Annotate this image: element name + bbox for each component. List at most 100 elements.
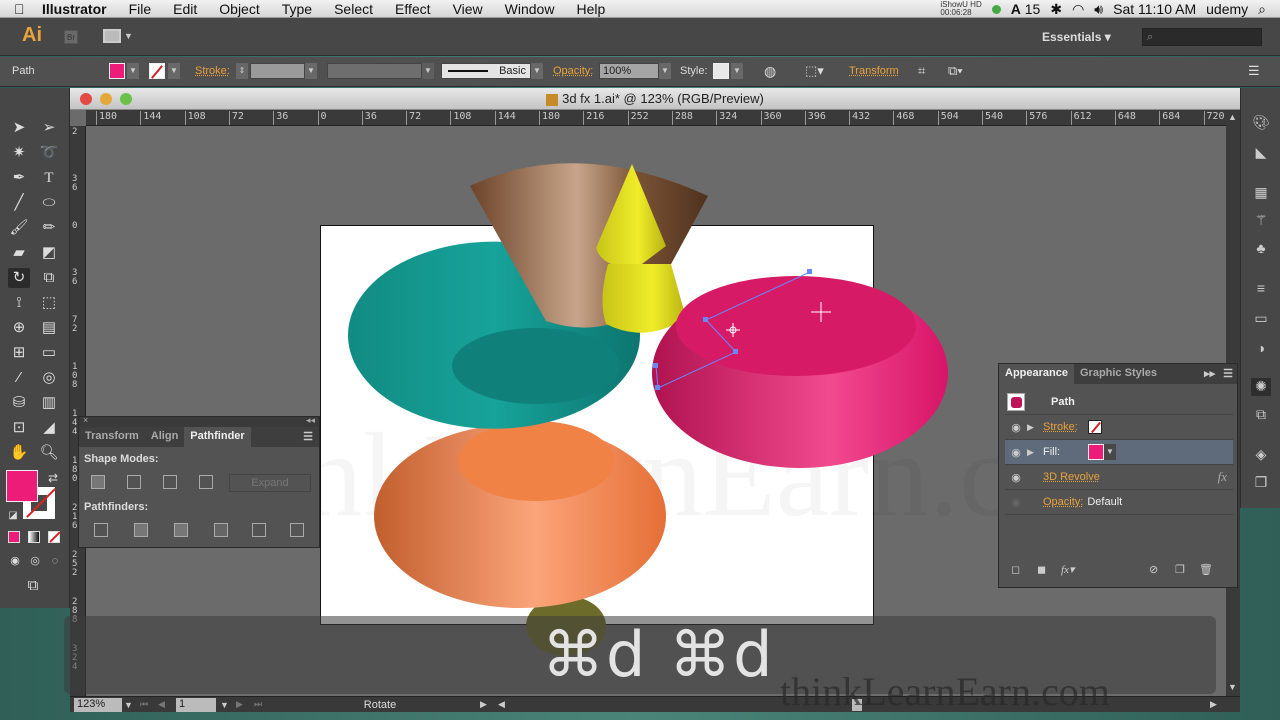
opacity-dropdown-icon[interactable]: ▼ [659,63,671,79]
menu-object[interactable]: Object [219,1,259,17]
symbol-sprayer-tool-icon[interactable]: ⛁ [8,393,30,413]
swatches-icon[interactable]: ▦ [1251,184,1271,202]
width-tool-icon[interactable]: ⟟ [8,293,30,313]
visibility-eye-icon[interactable]: ◉ [1005,446,1027,459]
3d-revolve-effect-link[interactable]: 3D Revolve [1043,471,1100,483]
layers-icon[interactable]: ◈ [1251,446,1271,464]
slice-tool-icon[interactable]: ◢ [38,418,60,438]
fill-swatch[interactable] [1088,444,1104,460]
fill-dropdown-icon[interactable]: ▼ [127,63,139,79]
divide-icon[interactable] [94,523,108,537]
first-artboard-icon[interactable]: ⏮ [140,699,148,710]
intersect-icon[interactable] [163,475,177,489]
brush-dropdown-icon[interactable]: ▼ [531,63,543,79]
next-artboard-icon[interactable]: ▶ [236,699,243,710]
opacity-row[interactable]: ◉ Opacity: Default [1005,490,1233,515]
merge-icon[interactable] [174,523,188,537]
vertical-ruler[interactable]: 23603672108144180216252288324 [70,126,86,696]
arrange-documents-icon[interactable] [103,29,121,43]
zoom-tool-icon[interactable]: 🔍︎ [38,443,60,463]
menu-edit[interactable]: Edit [173,1,197,17]
minus-front-icon[interactable] [127,475,141,489]
scroll-up-icon[interactable]: ▲ [1228,112,1237,122]
minimize-window-button[interactable] [100,93,112,105]
graphic-style-swatch[interactable] [713,63,729,79]
bridge-button[interactable]: Br [64,30,78,44]
default-fill-stroke-icon[interactable]: ◪ [2,506,24,526]
menu-select[interactable]: Select [334,1,373,17]
stroke-swatch[interactable] [149,63,165,79]
visibility-eye-icon[interactable]: ◉ [1005,421,1027,434]
horizontal-ruler[interactable]: 180 144 108 72 36 0 36 72 108 144 180 216 252 288 324 3… [86,110,1226,126]
selection-tool-icon[interactable]: ➤ [8,118,30,138]
crop-icon[interactable] [214,523,228,537]
tab-align[interactable]: Align [145,427,185,447]
stroke-dropdown-icon[interactable]: ▼ [168,63,180,79]
add-effect-icon[interactable]: fx▾ [1061,563,1074,576]
help-search-input[interactable] [1142,28,1262,46]
gradient-mode-button[interactable] [28,531,40,543]
tab-transform[interactable]: Transform [79,427,145,447]
eyedropper-tool-icon[interactable]: ⁄ [8,368,30,388]
arrange-chevron-down-icon[interactable]: ▼ [124,31,133,41]
profile-dropdown-icon[interactable]: ▼ [422,63,434,79]
spotlight-icon[interactable]: ⌕ [1258,1,1266,18]
zoom-level-field[interactable]: 123% [74,698,122,712]
minus-back-icon[interactable] [290,523,304,537]
rotate-tool-icon[interactable]: ↻ [8,268,30,288]
panel-expand-icon[interactable]: ▸▸ [1200,364,1219,384]
collapse-panel-icon[interactable]: ◂◂ [306,415,315,426]
line-tool-icon[interactable]: ╱ [8,193,30,213]
control-panel-menu-icon[interactable]: ☰ [1248,63,1260,79]
visibility-eye-icon[interactable]: ◉ [1005,471,1027,484]
magic-wand-tool-icon[interactable]: ✷ [8,143,30,163]
visibility-eye-icon[interactable]: ◉ [1005,496,1027,509]
zoom-window-button[interactable] [120,93,132,105]
scroll-right-icon[interactable]: ▶ [1210,699,1217,710]
exclude-icon[interactable] [199,475,213,489]
menu-file[interactable]: File [129,1,152,17]
tab-appearance[interactable]: Appearance [999,364,1074,384]
type-tool-icon[interactable]: T [38,168,60,188]
direct-selection-tool-icon[interactable]: ➢ [38,118,60,138]
color-guide-icon[interactable]: ◣ [1251,144,1271,162]
stroke-none-swatch[interactable] [1088,420,1102,434]
isolate-icon[interactable]: ⌗ [918,63,925,79]
stroke-row[interactable]: ◉ ▶ Stroke: [1005,415,1233,440]
adobe-updates[interactable]: A 15 [1011,1,1041,17]
perspective-grid-tool-icon[interactable]: ▤ [38,318,60,338]
hand-tool-icon[interactable]: ✋ [8,443,30,463]
fill-color-box[interactable] [6,470,38,502]
recorder-status[interactable]: iShowU HD 00:06:28 [940,1,981,17]
draw-inside-icon[interactable]: ◌ [44,551,66,571]
bluetooth-icon[interactable]: ✱ [1050,1,1062,18]
tab-pathfinder[interactable]: Pathfinder [184,427,251,447]
add-new-stroke-icon[interactable]: ◻ [1011,563,1020,576]
stroke-panel-icon[interactable]: ≡ [1251,280,1271,298]
brush-definition[interactable]: Basic [441,63,531,79]
expand-triangle-icon[interactable]: ▶ [1027,422,1043,433]
trim-icon[interactable] [134,523,148,537]
zoom-dropdown-icon[interactable]: ▼ [124,700,133,710]
add-new-fill-icon[interactable]: ◼ [1037,563,1046,576]
select-similar-icon[interactable]: ⧉▾ [948,63,963,79]
apple-icon[interactable]:  [14,1,36,17]
stroke-weight-dropdown-icon[interactable]: ▼ [305,63,317,79]
mesh-tool-icon[interactable]: ⊞ [8,343,30,363]
unite-icon[interactable] [91,475,105,489]
user-name[interactable]: udemy [1206,1,1248,17]
close-panel-icon[interactable]: × [83,415,88,425]
effect-row[interactable]: ◉ 3D Revolve fx [1005,465,1233,490]
clear-appearance-icon[interactable]: ⊘ [1149,563,1158,576]
opacity-label[interactable]: Opacity: [553,65,593,77]
scale-tool-icon[interactable]: ⧉ [38,268,60,288]
free-transform-tool-icon[interactable]: ⬚ [38,293,60,313]
appearance-panel-icon[interactable]: ✺ [1251,378,1271,396]
align-selection-icon[interactable]: ⬚▾ [805,63,824,79]
menu-app[interactable]: Illustrator [42,1,107,17]
expand-triangle-icon[interactable]: ▶ [1027,447,1043,458]
wifi-icon[interactable]: ◠ [1072,1,1084,18]
clock[interactable]: Sat 11:10 AM [1113,1,1196,17]
fill-swatch[interactable] [109,63,125,79]
graphic-styles-icon[interactable]: ⧉ [1251,406,1271,424]
